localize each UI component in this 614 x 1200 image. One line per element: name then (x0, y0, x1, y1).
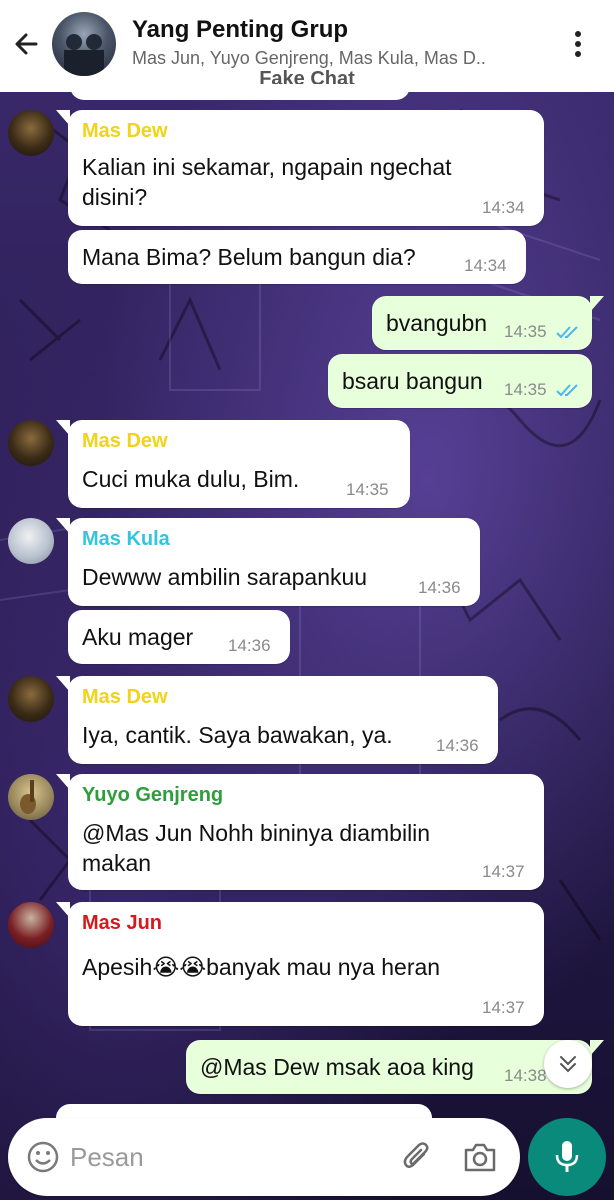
voice-message-button[interactable] (528, 1118, 606, 1196)
avatar-mas-jun[interactable] (8, 902, 54, 948)
group-avatar-figures (64, 34, 104, 76)
avatar-mas-kula[interactable] (8, 518, 54, 564)
message-input[interactable] (70, 1138, 380, 1176)
message-time: 14:37 (482, 998, 525, 1017)
partial-message-bubble (70, 84, 410, 100)
message-bubble[interactable]: Mana Bima? Belum bangun dia? 14:34 (68, 230, 526, 284)
message-time: 14:34 (464, 256, 507, 275)
avatar-mas-dew[interactable] (8, 110, 54, 156)
message-time: 14:36 (418, 578, 461, 597)
double-chevron-down-icon (560, 1056, 576, 1073)
message-text: Cuci muka dulu, Bim. (82, 466, 300, 492)
message-bubble[interactable]: Mas Dew Cuci muka dulu, Bim. 14:35 (56, 420, 410, 508)
message-time: 14:34 (482, 198, 525, 217)
message-bubble[interactable]: Yuyo Genjreng @Mas Jun Nohh bininya diam… (56, 774, 544, 890)
sender-name[interactable]: Mas Dew (82, 430, 168, 453)
emoji-icon[interactable] (26, 1140, 60, 1174)
message-text: Iya, cantik. Saya bawakan, ya. (82, 722, 393, 748)
message-time: 14:35 (504, 322, 547, 341)
microphone-icon (555, 1141, 579, 1172)
message-text: makan (82, 850, 152, 876)
chat-participants[interactable]: Mas Jun, Yuyo Genjreng, Mas Kula, Mas D.… (132, 48, 532, 69)
outgoing-message-bubble[interactable]: @Mas Dew msak aoa king 14:38 (186, 1040, 604, 1094)
more-options-icon[interactable] (566, 28, 590, 60)
message-bubble[interactable]: Aku mager 14:36 (68, 610, 290, 664)
scroll-to-bottom-button[interactable] (544, 1040, 592, 1088)
avatar-mas-dew[interactable] (8, 676, 54, 722)
outgoing-message-bubble[interactable]: bsaru bangun 14:35 (328, 354, 592, 408)
partial-message-bubble (56, 1104, 432, 1118)
message-text: Aku mager (82, 624, 194, 650)
message-text: @Mas Dew msak aoa king (200, 1054, 474, 1080)
message-time: 14:38 (504, 1066, 547, 1085)
avatar-yuyo-genjreng[interactable] (8, 774, 54, 820)
message-bubble[interactable]: Mas Dew Iya, cantik. Saya bawakan, ya. 1… (56, 676, 498, 764)
group-avatar[interactable] (52, 12, 116, 76)
message-time: 14:36 (436, 736, 479, 755)
paperclip-icon[interactable] (400, 1140, 434, 1174)
message-time: 14:35 (346, 480, 389, 499)
message-text: @Mas Jun Nohh bininya diambilin (82, 820, 431, 846)
message-text: bsaru bangun (342, 368, 483, 394)
message-time: 14:35 (504, 380, 547, 399)
sender-name[interactable]: Mas Dew (82, 686, 168, 709)
sender-name[interactable]: Mas Dew (82, 120, 168, 143)
message-text: Mana Bima? Belum bangun dia? (82, 244, 416, 270)
message-text: Kalian ini sekamar, ngapain ngechat (82, 154, 452, 180)
message-composer (8, 1118, 520, 1196)
back-arrow-icon[interactable] (10, 28, 42, 60)
outgoing-message-bubble[interactable]: bvangubn 14:35 (372, 296, 604, 350)
sender-name[interactable]: Yuyo Genjreng (82, 784, 223, 807)
message-bubble[interactable]: Mas Jun Apesih😭😭banyak mau nya heran 14:… (56, 902, 544, 1026)
sender-name[interactable]: Mas Kula (82, 528, 170, 551)
guitar-icon (20, 780, 36, 814)
message-bubble[interactable]: Mas Kula Dewww ambilin sarapankuu 14:36 (56, 518, 480, 606)
message-time: 14:36 (228, 636, 271, 655)
camera-icon[interactable] (462, 1140, 498, 1174)
message-text: Apesih😭😭banyak mau nya heran (82, 954, 441, 980)
chat-title[interactable]: Yang Penting Grup (132, 16, 348, 44)
avatar-mas-dew[interactable] (8, 420, 54, 466)
read-ticks-icon (556, 384, 578, 397)
message-text: disini? (82, 184, 148, 210)
read-ticks-icon (556, 326, 578, 339)
message-text: bvangubn (386, 310, 488, 336)
sender-name[interactable]: Mas Jun (82, 912, 162, 935)
message-bubble[interactable]: Mas Dew Kalian ini sekamar, ngapain ngec… (56, 110, 544, 226)
message-text: Dewww ambilin sarapankuu (82, 564, 368, 590)
message-time: 14:37 (482, 862, 525, 881)
